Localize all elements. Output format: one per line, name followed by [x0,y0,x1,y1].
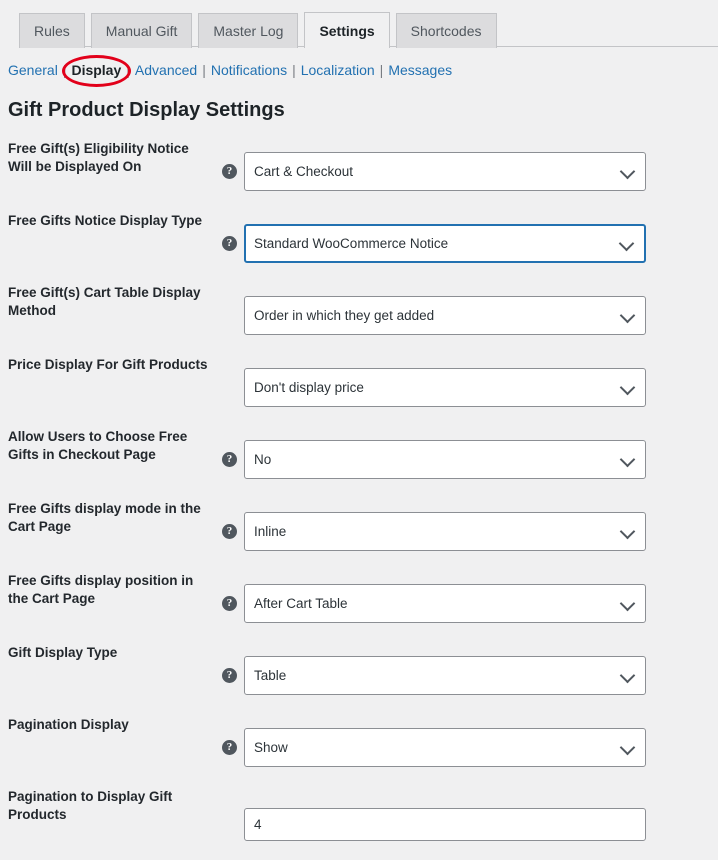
settings-row: Pagination to Display Gift Products 4 [0,788,718,860]
settings-form: Free Gift(s) Eligibility Notice Will be … [0,140,718,860]
subnav-separator: | [202,62,206,78]
settings-subnav: General | Display | Advanced | Notifications | L… [8,61,452,80]
tab-shortcodes[interactable]: Shortcodes [395,13,497,48]
subnav-separator: | [62,62,67,78]
subnav-separator: | [292,62,296,78]
settings-row: Free Gifts Notice Display Type? Standard … [0,212,718,284]
select-free-gifts-notice-display-type[interactable]: Standard WooCommerce Notice [244,224,646,263]
settings-row: Gift Display Type? Table [0,644,718,716]
field-label-free-gifts-display-position-in-the-cart-page: Free Gifts display position in the Cart … [8,573,194,606]
chevron-down-icon [619,523,636,539]
help-tooltip-icon[interactable]: ? [222,740,237,755]
select-gift-display-type[interactable]: Table [244,656,646,695]
select-value: Don't display price [254,380,364,395]
chevron-down-icon [619,163,636,179]
select-value: After Cart Table [254,596,348,611]
select-value: Show [254,740,288,755]
select-value: No [254,452,272,467]
settings-row: Pagination Display? Show [0,716,718,788]
field-label-free-gift-s-eligibility-notice-will-be-displayed-on: Free Gift(s) Eligibility Notice Will be … [8,141,189,174]
tab-manual-gift[interactable]: Manual Gift [90,13,193,48]
select-free-gifts-display-mode-in-the-cart-page[interactable]: Inline [244,512,646,551]
field-label-free-gift-s-cart-table-display-method: Free Gift(s) Cart Table Display Method [8,285,201,318]
tab-settings[interactable]: Settings [304,12,390,48]
subnav-item-display[interactable]: Display [71,62,121,78]
field-label-pagination-to-display-gift-products: Pagination to Display Gift Products [8,789,173,822]
page-title: Gift Product Display Settings [8,99,285,121]
select-value: Cart & Checkout [254,164,354,179]
settings-row: Free Gifts display mode in the Cart Page… [0,500,718,572]
input-pagination-to-display-gift-products[interactable]: 4 [244,808,646,841]
tab-list: Rules Manual Gift Master Log Settings Shortc… [19,12,497,48]
field-control-wrap: Show [244,728,646,767]
chevron-down-icon [618,235,635,251]
select-pagination-display[interactable]: Show [244,728,646,767]
field-control-wrap: Order in which they get added [244,296,646,335]
field-label-allow-users-to-choose-free-gifts-in-checkout-page: Allow Users to Choose Free Gifts in Chec… [8,429,188,462]
field-control-wrap: Inline [244,512,646,551]
help-tooltip-icon[interactable]: ? [222,164,237,179]
subnav-item-notifications[interactable]: Notifications [211,62,287,78]
field-label-pagination-display: Pagination Display [8,717,129,732]
select-value: Standard WooCommerce Notice [254,236,449,251]
field-control-wrap: Standard WooCommerce Notice [244,224,646,263]
subnav-item-localization[interactable]: Localization [301,62,375,78]
select-value: Inline [254,524,287,539]
select-free-gifts-display-position-in-the-cart-page[interactable]: After Cart Table [244,584,646,623]
subnav-item-messages[interactable]: Messages [388,62,452,78]
field-label-price-display-for-gift-products: Price Display For Gift Products [8,357,208,372]
select-free-gift-s-eligibility-notice-will-be-displayed-on[interactable]: Cart & Checkout [244,152,646,191]
select-free-gift-s-cart-table-display-method[interactable]: Order in which they get added [244,296,646,335]
tab-master-log[interactable]: Master Log [198,13,299,48]
select-value: Order in which they get added [254,308,435,323]
field-control-wrap: Table [244,656,646,695]
chevron-down-icon [619,451,636,467]
subnav-item-advanced[interactable]: Advanced [135,62,197,78]
field-control-wrap: After Cart Table [244,584,646,623]
chevron-down-icon [619,667,636,683]
field-control-wrap: Cart & Checkout [244,152,646,191]
select-allow-users-to-choose-free-gifts-in-checkout-page[interactable]: No [244,440,646,479]
chevron-down-icon [619,595,636,611]
field-control-wrap: 4 [244,808,646,841]
chevron-down-icon [619,739,636,755]
field-label-free-gifts-notice-display-type: Free Gifts Notice Display Type [8,213,203,228]
select-value: Table [254,668,287,683]
help-tooltip-icon[interactable]: ? [222,452,237,467]
chevron-down-icon [619,307,636,323]
settings-row: Free Gift(s) Cart Table Display Method Or… [0,284,718,356]
field-label-gift-display-type: Gift Display Type [8,645,118,660]
plugin-tab-bar: Rules Manual Gift Master Log Settings Shortc… [0,0,718,48]
subnav-separator: | [379,62,384,78]
field-control-wrap: Don't display price [244,368,646,407]
field-control-wrap: No [244,440,646,479]
help-tooltip-icon[interactable]: ? [222,524,237,539]
help-tooltip-icon[interactable]: ? [222,668,237,683]
settings-row: Price Display For Gift Products Don't dis… [0,356,718,428]
subnav-separator: | [126,62,130,78]
subnav-item-general[interactable]: General [8,62,58,78]
help-tooltip-icon[interactable]: ? [222,236,237,251]
field-label-free-gifts-display-mode-in-the-cart-page: Free Gifts display mode in the Cart Page [8,501,201,534]
select-price-display-for-gift-products[interactable]: Don't display price [244,368,646,407]
help-tooltip-icon[interactable]: ? [222,596,237,611]
settings-row: Free Gift(s) Eligibility Notice Will be … [0,140,718,212]
chevron-down-icon [619,379,636,395]
settings-row: Allow Users to Choose Free Gifts in Chec… [0,428,718,500]
settings-row: Free Gifts display position in the Cart … [0,572,718,644]
tab-rules[interactable]: Rules [19,13,85,48]
